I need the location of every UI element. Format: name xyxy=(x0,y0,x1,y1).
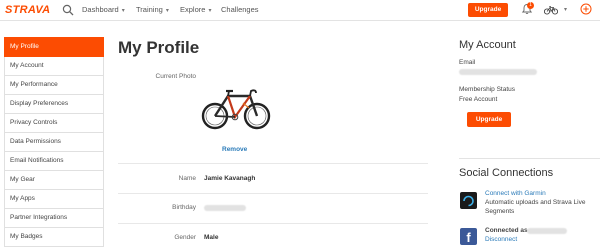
sidebar-item-display-preferences[interactable]: Display Preferences xyxy=(4,95,104,114)
nav-challenges-label: Challenges xyxy=(221,5,259,14)
bike-icon[interactable] xyxy=(544,4,558,15)
email-label: Email xyxy=(459,59,476,66)
sidebar-item-my-badges[interactable]: My Badges xyxy=(4,228,104,247)
nav-explore[interactable]: Explore ▾ xyxy=(180,5,211,14)
email-value-redacted xyxy=(459,69,537,75)
gender-label: Gender xyxy=(174,234,196,241)
upgrade-button-top[interactable]: Upgrade xyxy=(468,3,508,17)
settings-sidebar: My Profile My Account My Performance Dis… xyxy=(4,37,104,247)
name-label: Name xyxy=(178,175,196,182)
current-photo-label: Current Photo xyxy=(155,73,196,80)
sidebar-item-my-apps[interactable]: My Apps xyxy=(4,190,104,209)
sidebar-item-my-profile[interactable]: My Profile xyxy=(4,37,104,57)
chevron-down-icon: ▾ xyxy=(121,8,125,14)
top-navigation-bar: STRAVA Dashboard ▾ Training ▾ Explore ▾ Cha… xyxy=(0,0,600,21)
divider xyxy=(118,193,428,194)
facebook-account-redacted xyxy=(527,228,567,234)
connect-garmin-link[interactable]: Connect with Garmin xyxy=(485,190,546,197)
my-account-heading: My Account xyxy=(459,39,516,51)
membership-status-value: Free Account xyxy=(459,96,498,103)
sidebar-item-email-notifications[interactable]: Email Notifications xyxy=(4,152,104,171)
nav-explore-label: Explore xyxy=(180,5,206,14)
garmin-description: Automatic uploads and Strava Live xyxy=(485,199,586,206)
chevron-down-icon: ▾ xyxy=(208,8,212,14)
chevron-down-icon[interactable]: ▾ xyxy=(564,6,567,13)
garmin-icon xyxy=(460,192,477,209)
plus-circle-icon[interactable] xyxy=(580,3,592,15)
divider xyxy=(459,158,600,159)
search-icon[interactable] xyxy=(62,4,74,16)
facebook-icon: f xyxy=(460,228,477,245)
nav-training-label: Training xyxy=(136,5,163,14)
strava-logo[interactable]: STRAVA xyxy=(5,4,50,16)
membership-status-label: Membership Status xyxy=(459,86,515,93)
divider xyxy=(118,223,428,224)
nav-training[interactable]: Training ▾ xyxy=(136,5,169,14)
sidebar-item-my-account[interactable]: My Account xyxy=(4,57,104,76)
chevron-down-icon: ▾ xyxy=(165,8,169,14)
upgrade-button[interactable]: Upgrade xyxy=(467,112,511,127)
nav-dashboard-label: Dashboard xyxy=(82,5,119,14)
page-title: My Profile xyxy=(118,38,200,57)
sidebar-item-my-performance[interactable]: My Performance xyxy=(4,76,104,95)
birthday-value-redacted[interactable] xyxy=(204,205,246,211)
social-connections-heading: Social Connections xyxy=(459,167,554,179)
sidebar-item-data-permissions[interactable]: Data Permissions xyxy=(4,133,104,152)
sidebar-item-partner-integrations[interactable]: Partner Integrations xyxy=(4,209,104,228)
divider xyxy=(118,163,428,164)
nav-challenges[interactable]: Challenges xyxy=(221,5,259,14)
profile-photo-bike[interactable] xyxy=(200,80,272,134)
garmin-description-cont: Segments xyxy=(485,208,515,215)
name-value[interactable]: Jamie Kavanagh xyxy=(204,175,255,182)
remove-photo-link[interactable]: Remove xyxy=(222,146,247,153)
sidebar-item-privacy-controls[interactable]: Privacy Controls xyxy=(4,114,104,133)
nav-dashboard[interactable]: Dashboard ▾ xyxy=(82,5,125,14)
notification-count-badge: 1 xyxy=(527,2,534,9)
facebook-disconnect-link[interactable]: Disconnect xyxy=(485,236,517,243)
sidebar-item-my-gear[interactable]: My Gear xyxy=(4,171,104,190)
birthday-label: Birthday xyxy=(172,204,196,211)
facebook-connected-label: Connected as xyxy=(485,227,528,234)
gender-value[interactable]: Male xyxy=(204,234,218,241)
